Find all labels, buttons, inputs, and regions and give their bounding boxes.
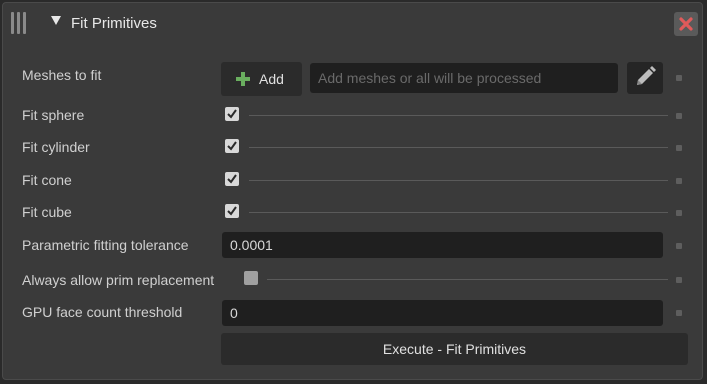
fit-sphere-checkbox[interactable]	[225, 107, 239, 121]
fit-sphere-reset-indicator[interactable]	[676, 113, 682, 119]
fit-cone-checkbox[interactable]	[225, 172, 239, 186]
add-meshes-button[interactable]: Add	[221, 62, 302, 96]
meshes-input[interactable]: Add meshes or all will be processed	[310, 63, 618, 93]
panel-header[interactable]: Fit Primitives	[3, 3, 702, 43]
panel-title: Fit Primitives	[71, 15, 157, 32]
fit-cube-reset-indicator[interactable]	[676, 210, 682, 216]
fit-cylinder-label: Fit cylinder	[22, 139, 90, 155]
divider-line	[267, 279, 668, 280]
fit-sphere-label: Fit sphere	[22, 107, 85, 123]
close-button[interactable]	[674, 12, 698, 36]
divider-line	[249, 180, 668, 181]
divider-line	[249, 115, 668, 116]
fit-cylinder-checkbox[interactable]	[225, 139, 239, 153]
allow-replace-label: Always allow prim replacement	[22, 272, 215, 288]
fit-cone-label: Fit cone	[22, 172, 72, 188]
divider-line	[249, 147, 668, 148]
gpu-threshold-input[interactable]: 0	[222, 300, 663, 326]
tolerance-reset-indicator[interactable]	[676, 243, 682, 249]
meshes-reset-indicator[interactable]	[676, 75, 682, 81]
execute-button[interactable]: Execute - Fit Primitives	[221, 333, 688, 365]
triangle-down-icon[interactable]	[51, 16, 61, 25]
fit-cube-checkbox[interactable]	[225, 204, 239, 218]
gpu-threshold-label: GPU face count threshold	[22, 304, 183, 320]
fit-cone-reset-indicator[interactable]	[676, 178, 682, 184]
plus-icon	[236, 72, 250, 86]
grip-icon[interactable]	[11, 12, 27, 34]
meshes-label: Meshes to fit	[22, 67, 102, 83]
gpu-threshold-reset-indicator[interactable]	[676, 310, 682, 316]
close-x-icon	[679, 17, 693, 31]
pencil-icon	[637, 66, 656, 85]
add-button-label: Add	[259, 71, 284, 87]
allow-replace-reset-indicator[interactable]	[676, 277, 682, 283]
fit-cube-label: Fit cube	[22, 204, 72, 220]
fit-primitives-panel: Fit Primitives Meshes to fit Add Add mes…	[2, 2, 703, 380]
tolerance-input[interactable]: 0.0001	[222, 232, 663, 258]
tolerance-label: Parametric fitting tolerance	[22, 237, 189, 253]
fit-cylinder-reset-indicator[interactable]	[676, 145, 682, 151]
allow-replace-checkbox[interactable]	[244, 271, 258, 285]
divider-line	[249, 212, 668, 213]
edit-meshes-button[interactable]	[627, 62, 663, 94]
